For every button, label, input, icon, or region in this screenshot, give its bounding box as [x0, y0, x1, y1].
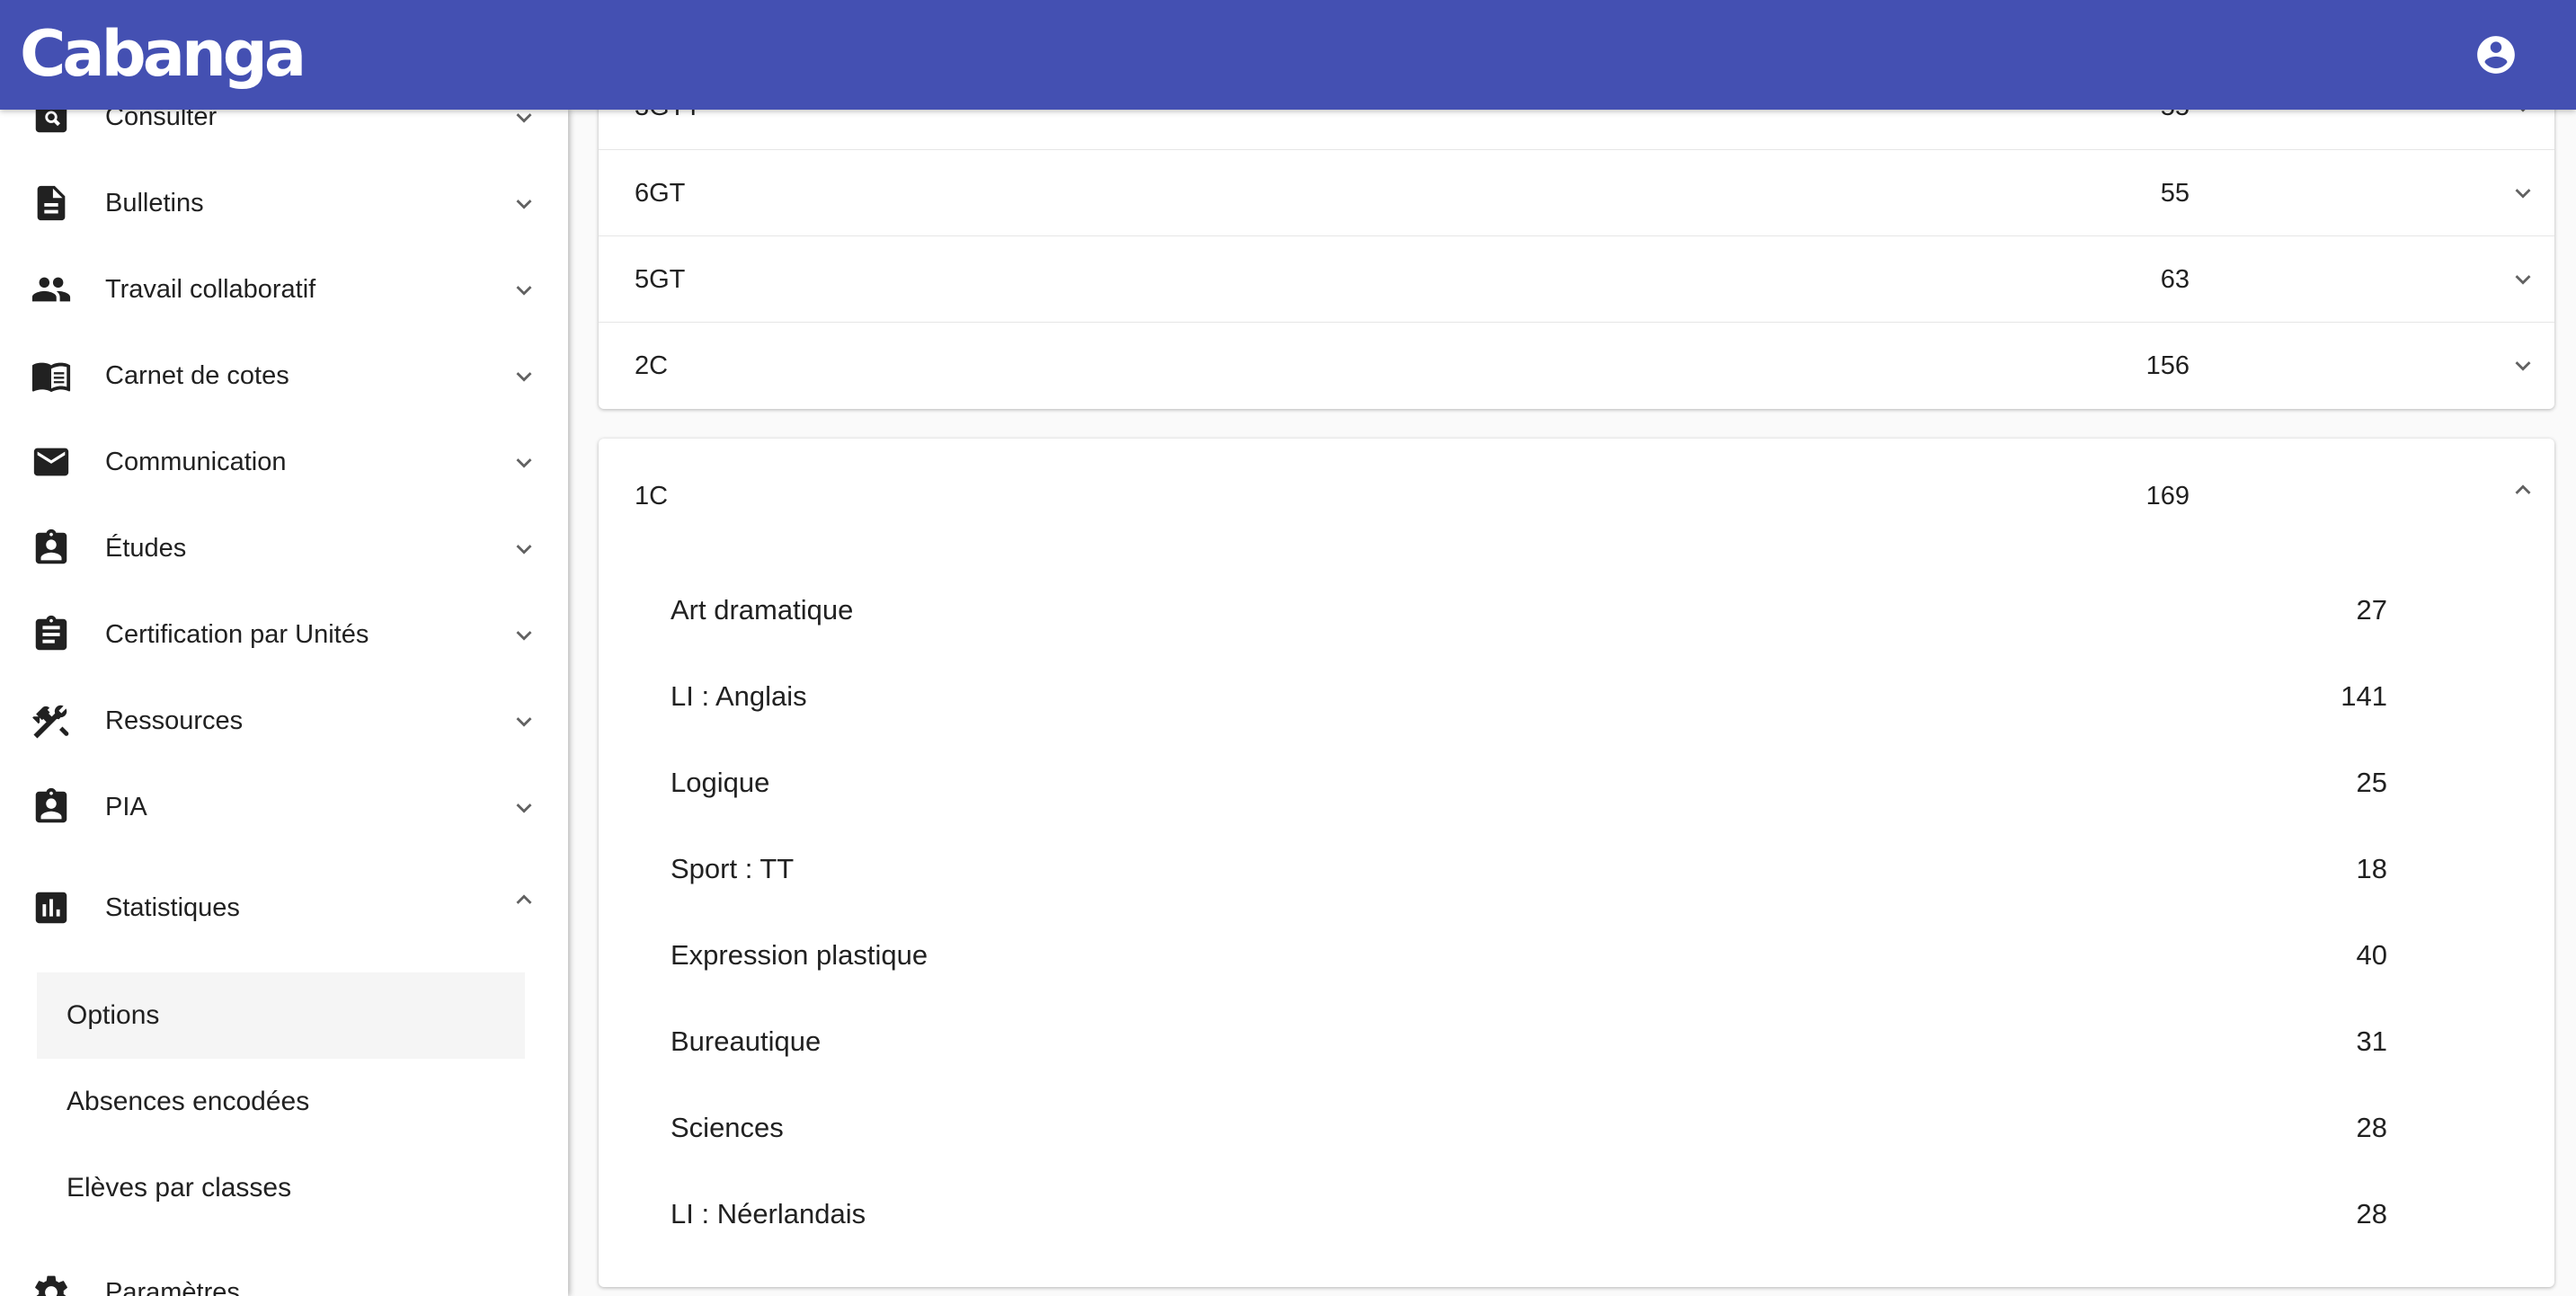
option-count: 141	[2341, 680, 2387, 712]
sidebar-item-label: Paramètres	[105, 1278, 240, 1296]
chevron-down-icon[interactable]	[2508, 351, 2538, 381]
sidebar-item-label: PIA	[105, 793, 147, 821]
clipboard-person-icon	[35, 528, 67, 564]
option-count: 27	[2356, 594, 2387, 626]
app-bar: Cabanga	[0, 0, 2576, 110]
sidebar-item-label: Certification par Unités	[105, 620, 369, 649]
option-row: Art dramatique 27	[599, 567, 2554, 653]
tools-icon	[32, 705, 69, 739]
sidebar-item-consulter[interactable]: Consulter	[0, 110, 568, 160]
sidebar-item-bulletins[interactable]: Bulletins	[0, 160, 568, 246]
sidebar-item-label: Études	[105, 534, 187, 563]
chevron-down-icon	[516, 631, 532, 641]
sidebar-item-travail-collaboratif[interactable]: Travail collaboratif	[0, 246, 568, 333]
option-row: Sport : TT 18	[599, 826, 2554, 912]
book-icon	[31, 362, 71, 393]
class-row[interactable]: 5GT 63	[599, 236, 2554, 323]
sidebar-item-label: Consulter	[105, 110, 218, 131]
clipboard-person-icon	[35, 787, 67, 823]
option-count: 31	[2356, 1025, 2387, 1057]
option-name: LI : Néerlandais	[671, 1198, 866, 1229]
chevron-up-icon[interactable]	[2508, 475, 2538, 505]
option-count: 28	[2356, 1112, 2387, 1143]
sidebar-item-carnet-de-cotes[interactable]: Carnet de cotes	[0, 333, 568, 419]
sidebar-subitem-label: Absences encodées	[67, 1087, 310, 1116]
document-icon	[37, 185, 66, 221]
sidebar-subitem-label: Options	[67, 1000, 160, 1030]
sidebar-item-etudes[interactable]: Études	[0, 505, 568, 591]
chevron-down-icon[interactable]	[2508, 264, 2538, 295]
sidebar-item-statistiques[interactable]: Statistiques	[0, 865, 568, 951]
class-count: 55	[2160, 179, 2190, 208]
option-name: Bureautique	[671, 1025, 822, 1057]
option-name: Logique	[671, 767, 770, 798]
clipboard-icon	[35, 615, 67, 651]
sidebar-item-parametres[interactable]: Paramètres	[0, 1249, 568, 1296]
chevron-down-icon	[516, 372, 532, 382]
chevron-down-icon	[516, 803, 532, 813]
class-name: 2C	[635, 351, 669, 380]
sidebar-item-label: Ressources	[105, 706, 244, 735]
chevron-down-icon	[516, 286, 532, 296]
class-count: 156	[2145, 351, 2190, 380]
class-count: 169	[2145, 482, 2190, 510]
main-content: 3GTT 55 6GT 55 5GT 63 2C 156 1C 169 Art …	[568, 0, 2576, 1296]
search-document-icon	[35, 110, 67, 133]
people-icon	[31, 277, 71, 302]
sidebar-item-label: Statistiques	[105, 893, 240, 922]
sidebar-subitem-absences-encodees[interactable]: Absences encodées	[37, 1059, 525, 1145]
sidebar-subitem-label: Elèves par classes	[67, 1173, 292, 1203]
chevron-down-icon	[516, 545, 532, 555]
class-name: 5GT	[635, 265, 686, 294]
option-name: Expression plastique	[671, 939, 928, 971]
option-row: Logique 25	[599, 740, 2554, 826]
option-count: 18	[2356, 853, 2387, 884]
sidebar-item-label: Travail collaboratif	[105, 275, 316, 304]
chevron-down-icon	[516, 113, 532, 123]
option-name: Sciences	[671, 1112, 784, 1143]
sidebar-item-ressources[interactable]: Ressources	[0, 678, 568, 764]
option-row: Bureautique 31	[599, 999, 2554, 1085]
chevron-down-icon	[516, 200, 532, 209]
gear-icon	[35, 1275, 67, 1296]
option-count: 25	[2356, 767, 2387, 798]
option-name: LI : Anglais	[671, 680, 807, 712]
chevron-down-icon	[516, 717, 532, 727]
option-name: Sport : TT	[671, 853, 795, 884]
option-name: Art dramatique	[671, 594, 854, 626]
sidebar-subitem-eleves-par-classes[interactable]: Elèves par classes	[37, 1145, 525, 1231]
account-circle-icon[interactable]	[2474, 32, 2518, 77]
sidebar-subitem-options[interactable]: Options	[37, 972, 525, 1059]
class-row[interactable]: 2C 156	[599, 323, 2554, 409]
class-count: 63	[2160, 265, 2190, 294]
expanded-class-header[interactable]: 1C 169	[599, 439, 2554, 554]
sidebar-item-pia[interactable]: PIA	[0, 764, 568, 850]
class-row[interactable]: 6GT 55	[599, 150, 2554, 236]
cabanga-logo[interactable]: Cabanga	[20, 9, 306, 99]
option-row: Expression plastique 40	[599, 912, 2554, 999]
chart-icon	[35, 892, 67, 924]
class-name: 1C	[635, 482, 669, 510]
sidebar: Consulter Bulletins Travail collaboratif…	[0, 110, 568, 1296]
option-row: LI : Anglais 141	[599, 653, 2554, 740]
chevron-down-icon[interactable]	[2508, 178, 2538, 209]
chevron-up-icon	[516, 894, 532, 904]
chevron-down-icon	[516, 458, 532, 468]
class-name: 6GT	[635, 179, 686, 208]
sidebar-item-label: Communication	[105, 448, 287, 476]
sidebar-item-certification-par-unites[interactable]: Certification par Unités	[0, 591, 568, 678]
mail-icon	[33, 448, 69, 476]
option-count: 40	[2356, 939, 2387, 971]
sidebar-item-label: Bulletins	[105, 189, 204, 217]
option-row: Sciences 28	[599, 1085, 2554, 1171]
option-row: LI : Néerlandais 28	[599, 1171, 2554, 1257]
expanded-class-card: 1C 169 Art dramatique 27 LI : Anglais 14…	[599, 439, 2554, 1287]
option-count: 28	[2356, 1198, 2387, 1229]
sidebar-item-label: Carnet de cotes	[105, 361, 289, 390]
sidebar-item-communication[interactable]: Communication	[0, 419, 568, 505]
